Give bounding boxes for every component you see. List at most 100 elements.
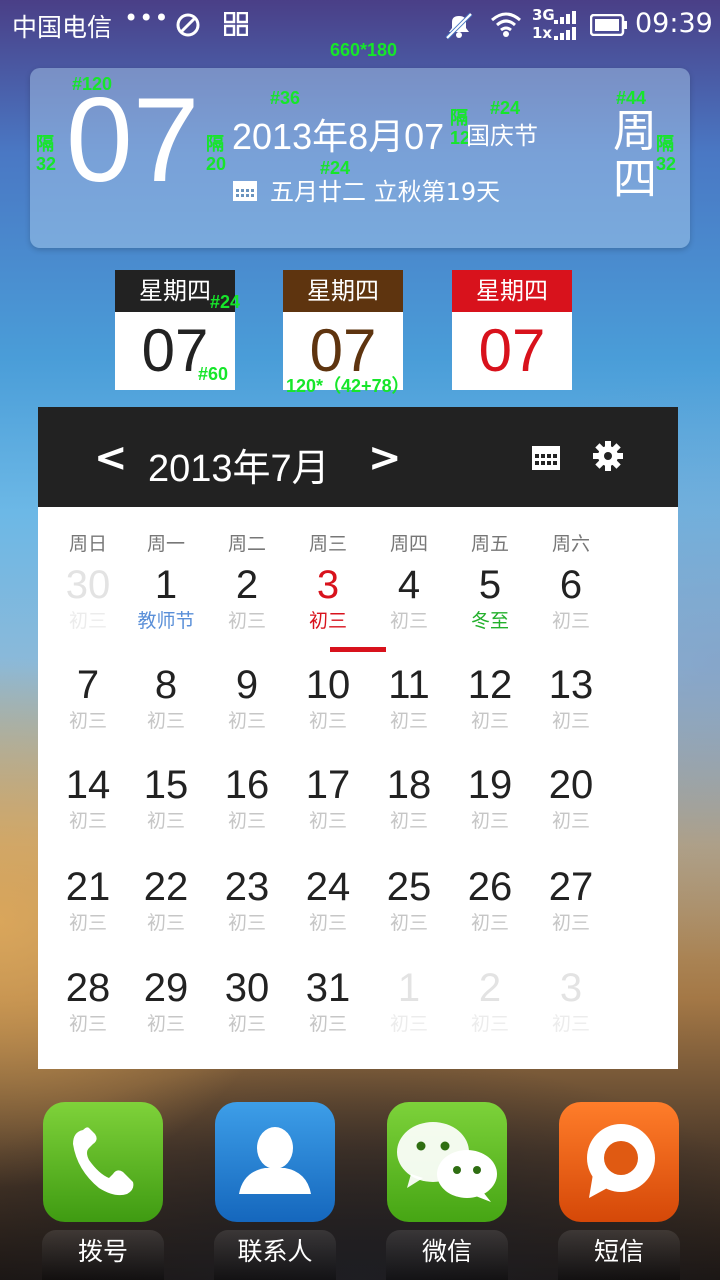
annotation-gap-right: 隔 32 [656, 134, 677, 174]
calendar-day-cell[interactable]: 8 初三 [126, 662, 206, 734]
lunar-date: 五月廿二 立秋第19天 [270, 178, 501, 206]
weekday-label: 周五 [470, 533, 509, 555]
calendar-day-cell[interactable]: 21 初三 [48, 864, 128, 936]
calendar-day-cell[interactable]: 2 初三 [450, 965, 530, 1037]
day-number: 2 [235, 563, 259, 607]
lunar-label: 初三 [389, 710, 428, 732]
calendar-day-cell[interactable]: 29 初三 [126, 965, 206, 1037]
day-number: 17 [305, 763, 351, 807]
calendar-day-cell[interactable]: 3 初三 [531, 965, 611, 1037]
calendar-day-cell[interactable]: 27 初三 [531, 864, 611, 936]
network-type-3g: 3G [532, 6, 555, 24]
calendar-day-cell[interactable]: 3 初三 [288, 562, 368, 634]
day-number: 13 [548, 663, 594, 707]
lunar-label: 初三 [68, 610, 107, 632]
day-number: 5 [478, 563, 502, 607]
calendar-day-cell[interactable]: 9 初三 [207, 662, 287, 734]
full-date: 2013年8月07 [232, 116, 445, 157]
calendar-day-cell[interactable]: 20 初三 [531, 762, 611, 834]
lunar-label: 教师节 [137, 610, 195, 632]
calendar-day-cell[interactable]: 6 初三 [531, 562, 611, 634]
calendar-day-cell[interactable]: 18 初三 [369, 762, 449, 834]
calendar-day-cell[interactable]: 31 初三 [288, 965, 368, 1037]
calendar-day-cell[interactable]: 30 初三 [48, 562, 128, 634]
day-number: 9 [235, 663, 259, 707]
calendar-day-cell[interactable]: 5 冬至 [450, 562, 530, 634]
day-number: 7 [76, 663, 100, 707]
calendar-day-cell[interactable]: 11 初三 [369, 662, 449, 734]
calendar-day-cell[interactable]: 19 初三 [450, 762, 530, 834]
wechat-icon[interactable] [387, 1102, 507, 1222]
calendar-day-cell[interactable]: 2 初三 [207, 562, 287, 634]
lunar-label: 初三 [389, 810, 428, 832]
day-number: 4 [397, 563, 421, 607]
weekday-label: 周四 [389, 533, 428, 555]
calendar-day-cell[interactable]: 22 初三 [126, 864, 206, 936]
lunar-label: 初三 [308, 1013, 347, 1035]
next-month-button[interactable]: > [368, 435, 402, 481]
calendar-day-cell[interactable]: 16 初三 [207, 762, 287, 834]
day-number: 30 [224, 966, 270, 1010]
dock-label: 拨号 [42, 1230, 164, 1280]
weekday-label: 周二 [227, 533, 266, 555]
calendar-day-cell[interactable]: 1 初三 [369, 965, 449, 1037]
lunar-label: 初三 [146, 1013, 185, 1035]
lunar-label: 冬至 [470, 610, 509, 632]
today-calendar-icon[interactable] [531, 443, 561, 471]
calendar-day-cell[interactable]: 12 初三 [450, 662, 530, 734]
calendar-day-cell[interactable]: 25 初三 [369, 864, 449, 936]
weekday-label: 周六 [551, 533, 590, 555]
calendar-day-cell[interactable]: 4 初三 [369, 562, 449, 634]
month-title: 2013年7月 [148, 448, 330, 490]
calendar-day-cell[interactable]: 15 初三 [126, 762, 206, 834]
mini-weekday: 星期四 [283, 270, 403, 312]
annotation-widget-size: 660*180 [330, 40, 398, 60]
day-number: 28 [65, 966, 111, 1010]
lunar-label: 初三 [551, 710, 590, 732]
calendar-day-cell[interactable]: 7 初三 [48, 662, 128, 734]
annotation-gap-left: 隔 32 [36, 134, 57, 174]
dock-label: 微信 [386, 1230, 508, 1280]
sms-icon[interactable] [559, 1102, 679, 1222]
calendar-day-cell[interactable]: 28 初三 [48, 965, 128, 1037]
calendar-day-cell[interactable]: 26 初三 [450, 864, 530, 936]
calendar-day-cell[interactable]: 23 初三 [207, 864, 287, 936]
calendar-day-cell[interactable]: 17 初三 [288, 762, 368, 834]
day-number: 27 [548, 865, 594, 909]
annotation-mini-num-size: #60 [198, 364, 229, 384]
day-number: 8 [154, 663, 178, 707]
weekday-label: 周三 [308, 533, 347, 555]
gear-icon[interactable] [593, 441, 623, 471]
day-number: 22 [143, 865, 189, 909]
calendar-day-cell[interactable]: 24 初三 [288, 864, 368, 936]
lunar-label: 初三 [146, 810, 185, 832]
date-widget[interactable]: #120 隔 32 07 隔 20 #36 2013年8月07 隔 12 #24… [30, 68, 690, 248]
network-type-1x: 1x [532, 24, 553, 42]
annotation-date-size: #36 [270, 88, 301, 108]
prev-month-button[interactable]: < [94, 435, 128, 481]
phone-icon[interactable] [43, 1102, 163, 1222]
mini-date-widget-red[interactable]: 星期四 07 [452, 270, 572, 390]
lunar-label: 初三 [146, 912, 185, 934]
day-number: 26 [467, 865, 513, 909]
lunar-label: 初三 [308, 912, 347, 934]
calendar-day-cell[interactable]: 13 初三 [531, 662, 611, 734]
calendar-day-cell[interactable]: 14 初三 [48, 762, 128, 834]
day-number: 19 [467, 763, 513, 807]
lunar-label: 初三 [68, 1013, 107, 1035]
calendar-day-cell[interactable]: 10 初三 [288, 662, 368, 734]
annotation-gap-mid: 隔 20 [206, 134, 227, 174]
calendar-day-cell[interactable]: 1 教师节 [126, 562, 206, 634]
day-number: 25 [386, 865, 432, 909]
lunar-label: 初三 [389, 912, 428, 934]
contacts-icon[interactable] [215, 1102, 335, 1222]
day-number: 24 [305, 865, 351, 909]
lunar-label: 初三 [227, 810, 266, 832]
day-number: 31 [305, 966, 351, 1010]
weekday-label: 周日 [68, 533, 107, 555]
lunar-label: 初三 [470, 1013, 509, 1035]
dock-label: 短信 [558, 1230, 680, 1280]
calendar-day-cell[interactable]: 30 初三 [207, 965, 287, 1037]
weekday-label: 周一 [146, 533, 185, 555]
weekday-vertical: 周四 [613, 106, 657, 206]
